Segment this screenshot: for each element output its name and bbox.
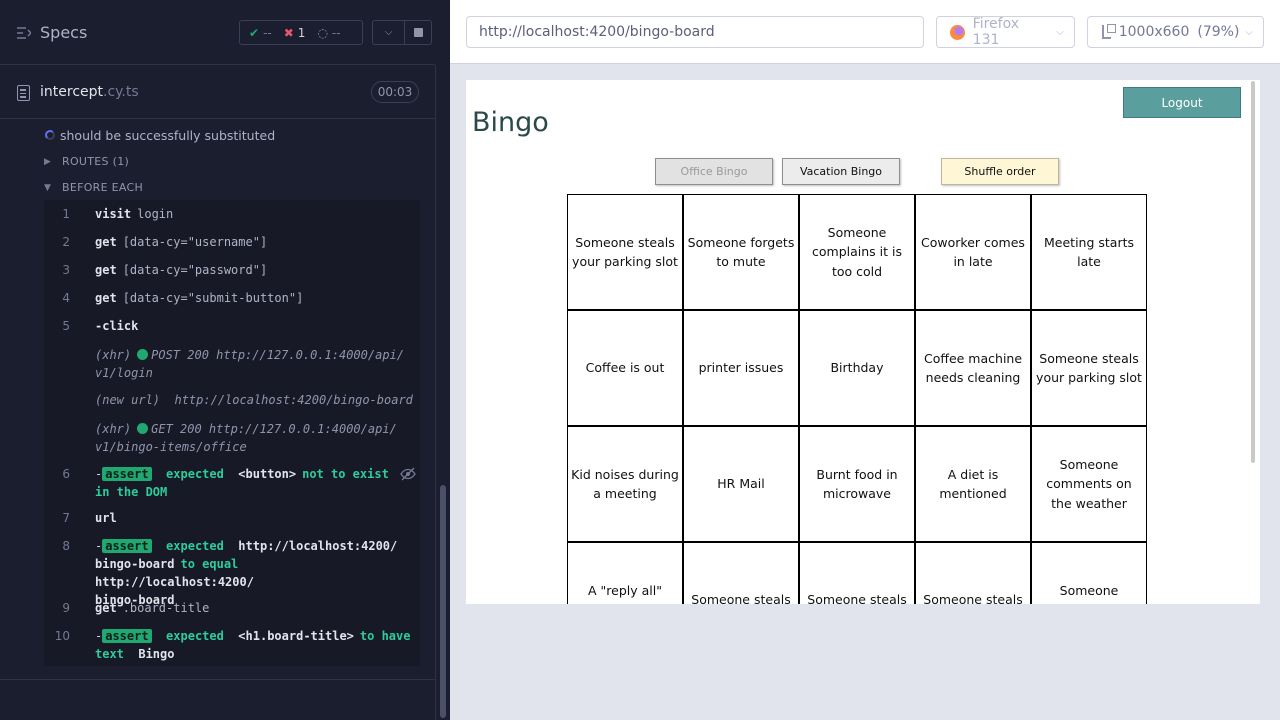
scrollbar-thumb[interactable] [1251,81,1255,463]
bingo-cell[interactable]: Someone steals your parking slot [1031,310,1147,426]
chevron-down-icon: ⌵ [1245,26,1253,38]
app-under-test-panel: http://localhost:4200/bingo-board Firefo… [450,0,1280,720]
bingo-cell[interactable]: Burnt food in microwave [799,426,915,542]
bingo-cell[interactable]: Coffee is out [567,310,683,426]
bingo-cell[interactable]: Someone comments on the weather [1031,426,1147,542]
test-stats: ✔ -- ✖ 1 ◌ -- [239,20,363,45]
before-each-section[interactable]: ▼ BEFORE EACH [44,181,143,194]
divider [0,679,435,680]
bingo-cell[interactable]: Someone steals [915,542,1031,604]
running-spinner-icon [45,130,55,140]
bingo-cell[interactable]: A diet is mentioned [915,426,1031,542]
check-icon: ✔ [249,25,260,40]
spec-file-row: intercept.cy.ts 00:03 [0,66,435,119]
passed-stat: ✔ -- [249,25,272,40]
office-bingo-button[interactable]: Office Bingo [655,158,773,185]
bingo-cell[interactable]: Meeting starts late [1031,194,1147,310]
ruler-icon [1102,24,1116,39]
logout-button[interactable]: Logout [1123,87,1241,118]
page-title: Bingo [472,107,549,138]
circle-notch-icon: ◌ [317,25,328,40]
bingo-cell[interactable]: Someone steals [799,542,915,604]
shuffle-order-button[interactable]: Shuffle order [941,158,1059,185]
bingo-cell[interactable]: HR Mail [683,426,799,542]
bingo-cell[interactable]: printer issues [683,310,799,426]
command-log: 1 visit login 2 get [data-cy="username"] 3… [44,200,420,666]
bingo-cell[interactable]: Coworker comes in late [915,194,1031,310]
chevron-down-icon: ⌵ [1056,26,1064,38]
aut-scrollbar[interactable] [1249,81,1257,601]
scrollbar-thumb[interactable] [440,485,446,718]
specs-list-icon[interactable] [17,26,31,40]
reporter-header: Specs ✔ -- ✖ 1 ◌ -- ⌵ [0,0,435,65]
bingo-cell[interactable]: Coffee machine needs cleaning [915,310,1031,426]
cross-icon: ✖ [283,25,294,40]
specs-title[interactable]: Specs [40,23,87,42]
status-dot-icon [137,349,149,360]
bingo-cell[interactable]: Someone forgets to mute [683,194,799,310]
document-icon [17,85,30,101]
chevron-down-icon: ▼ [44,182,52,193]
spec-filename[interactable]: intercept.cy.ts [40,84,139,100]
test-title[interactable]: should be successfully substituted [60,128,275,143]
failed-stat: ✖ 1 [283,25,306,40]
status-dot-icon [137,423,149,434]
bingo-cell[interactable]: Someone complains it is [1031,542,1147,604]
chevron-down-icon: ⌵ [384,27,393,38]
browser-selector[interactable]: Firefox 131 ⌵ [936,16,1075,48]
expand-toggle-button[interactable]: ⌵ [372,20,404,45]
bingo-cell[interactable]: Someone steals your parking slot [567,194,683,310]
cypress-reporter: Specs ✔ -- ✖ 1 ◌ -- ⌵ intercept.cy.ts 00… [0,0,450,720]
aut-viewport: Logout Bingo Office Bingo Vacation Bingo… [466,80,1260,604]
chevron-right-icon: ▶ [44,156,52,167]
bingo-cell[interactable]: A "reply all" email [567,542,683,604]
bingo-cell[interactable]: Birthday [799,310,915,426]
vacation-bingo-button[interactable]: Vacation Bingo [782,158,900,185]
bingo-cell[interactable]: Someone steals [683,542,799,604]
bingo-cell[interactable]: Someone complains it is too cold [799,194,915,310]
stop-button[interactable] [404,20,432,45]
viewport-size-selector[interactable]: 1000x660 (79%) ⌵ [1087,16,1264,48]
spec-duration: 00:03 [371,81,419,103]
firefox-icon [950,24,965,40]
aut-toolbar: http://localhost:4200/bingo-board Firefo… [450,0,1280,64]
routes-section[interactable]: ▶ ROUTES (1) [44,155,129,168]
bingo-cell[interactable]: Kid noises during a meeting [567,426,683,542]
eye-slash-icon[interactable] [400,466,416,482]
stop-icon [413,28,423,37]
pending-stat: ◌ -- [317,25,341,40]
reporter-scrollbar[interactable] [435,65,450,720]
url-bar[interactable]: http://localhost:4200/bingo-board [466,16,924,48]
